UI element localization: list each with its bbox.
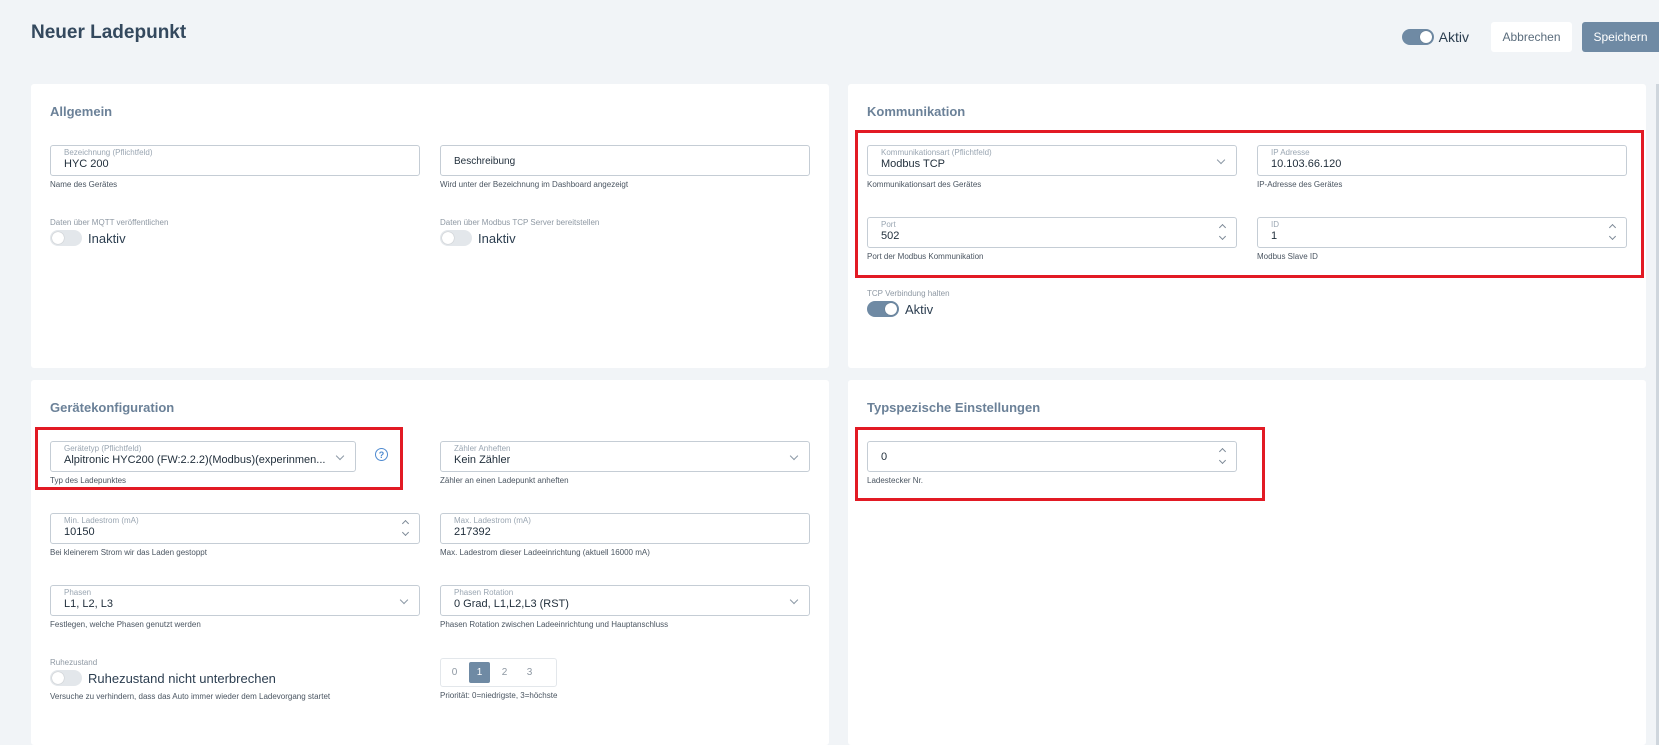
bezeichnung-input[interactable]: Bezeichnung (Pflichtfeld) HYC 200 bbox=[50, 145, 420, 176]
active-label: Aktiv bbox=[1438, 29, 1469, 45]
chevron-down-icon bbox=[789, 595, 799, 605]
mqtt-switch[interactable] bbox=[50, 230, 82, 246]
zaehler-value: Kein Zähler bbox=[454, 454, 511, 466]
beschreibung-help: Wird unter der Bezeichnung im Dashboard … bbox=[440, 180, 629, 189]
phasen-rotation-field: Phasen Rotation 0 Grad, L1,L2,L3 (RST) P… bbox=[440, 585, 810, 629]
beschreibung-input[interactable]: Beschreibung bbox=[440, 145, 810, 176]
prioritaet-selector: 0 1 2 3 bbox=[440, 658, 558, 687]
phasen-select[interactable]: Phasen L1, L2, L3 bbox=[50, 585, 420, 616]
ruhezustand-switch-group: Ruhezustand Ruhezustand nicht unterbrech… bbox=[50, 658, 330, 701]
active-toggle[interactable]: Aktiv bbox=[1401, 29, 1469, 45]
ruhezustand-label: Ruhezustand bbox=[50, 658, 98, 667]
phasen-rotation-value: 0 Grad, L1,L2,L3 (RST) bbox=[454, 598, 569, 610]
bezeichnung-field: Bezeichnung (Pflichtfeld) HYC 200 Name d… bbox=[50, 145, 420, 189]
tcp-halten-switch-group: TCP Verbindung halten Aktiv bbox=[867, 289, 950, 317]
zaehler-help: Zähler an einen Ladepunkt anheften bbox=[440, 476, 569, 485]
card-allgemein: Allgemein Bezeichnung (Pflichtfeld) HYC … bbox=[31, 84, 829, 368]
prioritaet-help: Priorität: 0=niedrigste, 3=höchste bbox=[440, 691, 558, 700]
mqtt-switch-group: Daten über MQTT veröffentlichen Inaktiv bbox=[50, 218, 168, 246]
header-actions: Aktiv Abbrechen Speichern bbox=[1401, 22, 1659, 52]
phasen-rotation-label: Phasen Rotation bbox=[454, 588, 514, 597]
tcp-halten-switch[interactable] bbox=[867, 301, 899, 317]
min-ladestrom-value: 10150 bbox=[64, 526, 95, 538]
min-ladestrom-field: Min. Ladestrom (mA) 10150 Bei kleinerem … bbox=[50, 513, 420, 557]
max-ladestrom-label: Max. Ladestrom (mA) bbox=[454, 516, 531, 525]
chevron-down-icon bbox=[789, 451, 799, 461]
ruhezustand-state: Ruhezustand nicht unterbrechen bbox=[88, 670, 276, 686]
min-ladestrom-label: Min. Ladestrom (mA) bbox=[64, 516, 139, 525]
bezeichnung-value: HYC 200 bbox=[64, 158, 109, 170]
prioritaet-option-1[interactable]: 1 bbox=[469, 662, 490, 683]
phasen-rotation-select[interactable]: Phasen Rotation 0 Grad, L1,L2,L3 (RST) bbox=[440, 585, 810, 616]
tcp-halten-state: Aktiv bbox=[905, 301, 934, 317]
active-switch[interactable] bbox=[1401, 29, 1434, 45]
modbus-server-switch[interactable] bbox=[440, 230, 472, 246]
modbus-server-switch-group: Daten über Modbus TCP Server bereitstell… bbox=[440, 218, 599, 246]
card-title-allgemein: Allgemein bbox=[50, 104, 113, 119]
ruhezustand-switch[interactable] bbox=[50, 670, 82, 686]
max-ladestrom-input[interactable]: Max. Ladestrom (mA) 217392 bbox=[440, 513, 810, 544]
save-button[interactable]: Speichern bbox=[1582, 22, 1659, 52]
stepper-icon[interactable] bbox=[401, 519, 410, 539]
ruhezustand-help: Versuche zu verhindern, dass das Auto im… bbox=[50, 692, 331, 701]
cancel-button[interactable]: Abbrechen bbox=[1491, 22, 1572, 52]
modbus-server-label: Daten über Modbus TCP Server bereitstell… bbox=[440, 218, 600, 227]
zaehler-label: Zähler Anheften bbox=[454, 444, 511, 453]
mqtt-state: Inaktiv bbox=[88, 230, 126, 246]
bezeichnung-help: Name des Gerätes bbox=[50, 180, 118, 189]
page-title: Neuer Ladepunkt bbox=[31, 22, 187, 43]
phasen-rotation-help: Phasen Rotation zwischen Ladeeinrichtung… bbox=[440, 620, 669, 629]
prioritaet-option-0[interactable]: 0 bbox=[444, 662, 465, 683]
phasen-help: Festlegen, welche Phasen genutzt werden bbox=[50, 620, 201, 629]
max-ladestrom-help: Max. Ladestrom dieser Ladeeinrichtung (a… bbox=[440, 548, 650, 557]
card-title-geraetekonfiguration: Gerätekonfiguration bbox=[50, 400, 175, 415]
prioritaet-group: 0 1 2 3 Priorität: 0=niedrigste, 3=höchs… bbox=[440, 658, 558, 700]
zaehler-select[interactable]: Zähler Anheften Kein Zähler bbox=[440, 441, 810, 472]
bezeichnung-label: Bezeichnung (Pflichtfeld) bbox=[64, 148, 153, 157]
tcp-halten-label: TCP Verbindung halten bbox=[867, 289, 950, 298]
chevron-down-icon bbox=[399, 595, 409, 605]
modbus-server-state: Inaktiv bbox=[478, 230, 516, 246]
phasen-label: Phasen bbox=[64, 588, 92, 597]
prioritaet-option-3[interactable]: 3 bbox=[519, 662, 540, 683]
mqtt-label: Daten über MQTT veröffentlichen bbox=[50, 218, 169, 227]
min-ladestrom-input[interactable]: Min. Ladestrom (mA) 10150 bbox=[50, 513, 420, 544]
zaehler-field: Zähler Anheften Kein Zähler Zähler an ei… bbox=[440, 441, 810, 485]
max-ladestrom-field: Max. Ladestrom (mA) 217392 Max. Ladestro… bbox=[440, 513, 810, 557]
card-title-typspezifisch: Typspezische Einstellungen bbox=[867, 400, 1041, 415]
beschreibung-field: Beschreibung Wird unter der Bezeichnung … bbox=[440, 145, 810, 189]
beschreibung-placeholder: Beschreibung bbox=[454, 156, 516, 167]
highlight-box-geraetetyp bbox=[35, 427, 403, 490]
highlight-box-kommunikation bbox=[855, 130, 1644, 278]
highlight-box-ladestecker bbox=[855, 427, 1265, 501]
phasen-field: Phasen L1, L2, L3 Festlegen, welche Phas… bbox=[50, 585, 420, 629]
max-ladestrom-value: 217392 bbox=[454, 526, 491, 538]
phasen-value: L1, L2, L3 bbox=[64, 598, 113, 610]
card-title-kommunikation: Kommunikation bbox=[867, 104, 966, 119]
min-ladestrom-help: Bei kleinerem Strom wir das Laden gestop… bbox=[50, 548, 207, 557]
prioritaet-option-2[interactable]: 2 bbox=[494, 662, 515, 683]
